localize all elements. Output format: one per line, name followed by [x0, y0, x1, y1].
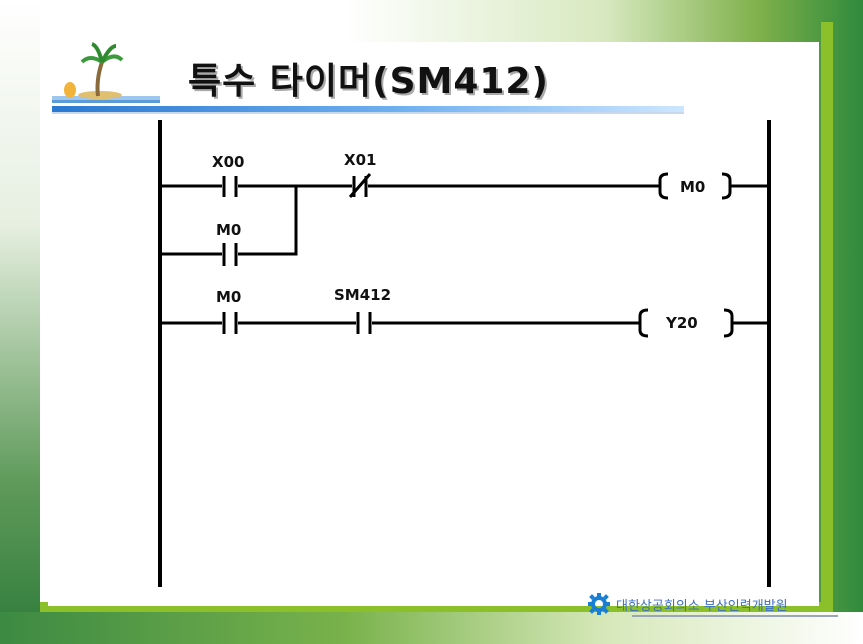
label-sm412: SM412	[334, 286, 391, 304]
footer: 대한상공회의소 부산인력개발원	[588, 592, 838, 616]
label-x00: X00	[212, 153, 244, 171]
branch-wire-b	[238, 186, 298, 256]
label-coil-y20: Y20	[665, 314, 698, 332]
label-x01: X01	[344, 151, 376, 169]
label-m0-branch: M0	[216, 221, 241, 239]
label-coil-m0: M0	[680, 178, 705, 196]
contact-sm412	[356, 312, 372, 334]
contact-x00	[222, 176, 238, 197]
ladder-diagram: X00 X01 M0 M0 M0 SM412 Y20	[158, 120, 771, 587]
contact-m0-branch	[222, 243, 238, 266]
contact-x01	[348, 173, 372, 198]
label-m0-rung2: M0	[216, 288, 241, 306]
contact-m0-rung2	[222, 312, 238, 334]
footer-organization: 대한상공회의소 부산인력개발원	[616, 598, 788, 614]
gear-logo-icon	[588, 593, 610, 615]
footer-divider	[632, 615, 838, 617]
